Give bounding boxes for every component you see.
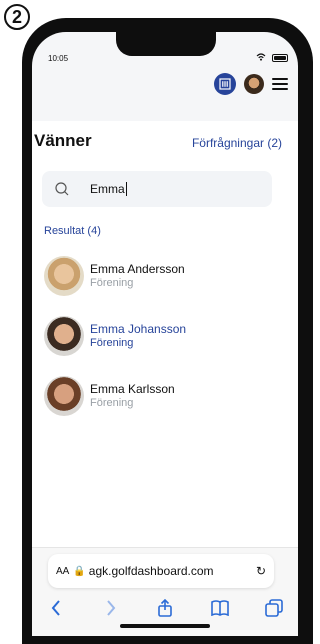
top-actions	[214, 73, 288, 95]
address-bar[interactable]: AA 🔒 agk.golfdashboard.com ↻	[48, 554, 274, 588]
wifi-icon	[256, 53, 266, 63]
search-value: Emma	[90, 182, 125, 196]
notch	[116, 32, 216, 56]
status-time: 10:05	[48, 54, 69, 63]
friend-club: Förening	[90, 397, 134, 409]
search-icon	[55, 182, 69, 196]
phone-screen: 10:05 Vänner Förfrågningar (2) Emma Resu…	[32, 32, 298, 636]
friend-club: Förening	[90, 277, 134, 289]
text-cursor	[125, 182, 127, 196]
page-title: Vänner	[34, 131, 92, 150]
share-icon[interactable]	[151, 599, 179, 617]
hamburger-menu-icon[interactable]	[272, 78, 288, 90]
avatar[interactable]	[244, 74, 264, 94]
lock-icon: 🔒	[73, 565, 86, 577]
avatar	[44, 376, 84, 416]
results-count: Resultat (4)	[44, 225, 101, 237]
friend-club: Förening	[90, 337, 134, 349]
avatar	[44, 256, 84, 296]
friend-name: Emma Karlsson	[90, 382, 175, 396]
status-icons	[256, 53, 288, 63]
friend-name: Emma Johansson	[90, 322, 187, 336]
results-list: Emma Andersson Förening Emma Johansson F…	[44, 256, 274, 436]
reload-icon[interactable]: ↻	[256, 564, 266, 578]
battery-icon	[272, 54, 288, 62]
url-text[interactable]: agk.golfdashboard.com	[89, 564, 256, 578]
list-item[interactable]: Emma Karlsson Förening	[44, 376, 274, 416]
book-icon[interactable]	[206, 600, 234, 616]
step-badge: 2	[4, 4, 30, 30]
requests-link[interactable]: Förfrågningar (2)	[192, 136, 282, 150]
avatar	[44, 316, 84, 356]
qr-code-icon[interactable]	[214, 73, 236, 95]
list-item[interactable]: Emma Johansson Förening	[44, 316, 274, 356]
home-indicator	[120, 624, 210, 628]
search-input[interactable]: Emma	[42, 171, 272, 207]
browser-toolbar	[42, 596, 288, 620]
chevron-right-icon[interactable]	[97, 599, 125, 617]
search-text: Emma	[90, 182, 127, 196]
browser-chrome: AA 🔒 agk.golfdashboard.com ↻	[32, 547, 298, 636]
text-size-button[interactable]: AA	[56, 566, 69, 577]
tabs-icon[interactable]	[260, 599, 288, 617]
list-item[interactable]: Emma Andersson Förening	[44, 256, 274, 296]
chevron-left-icon[interactable]	[42, 599, 70, 617]
friend-name: Emma Andersson	[90, 262, 185, 276]
